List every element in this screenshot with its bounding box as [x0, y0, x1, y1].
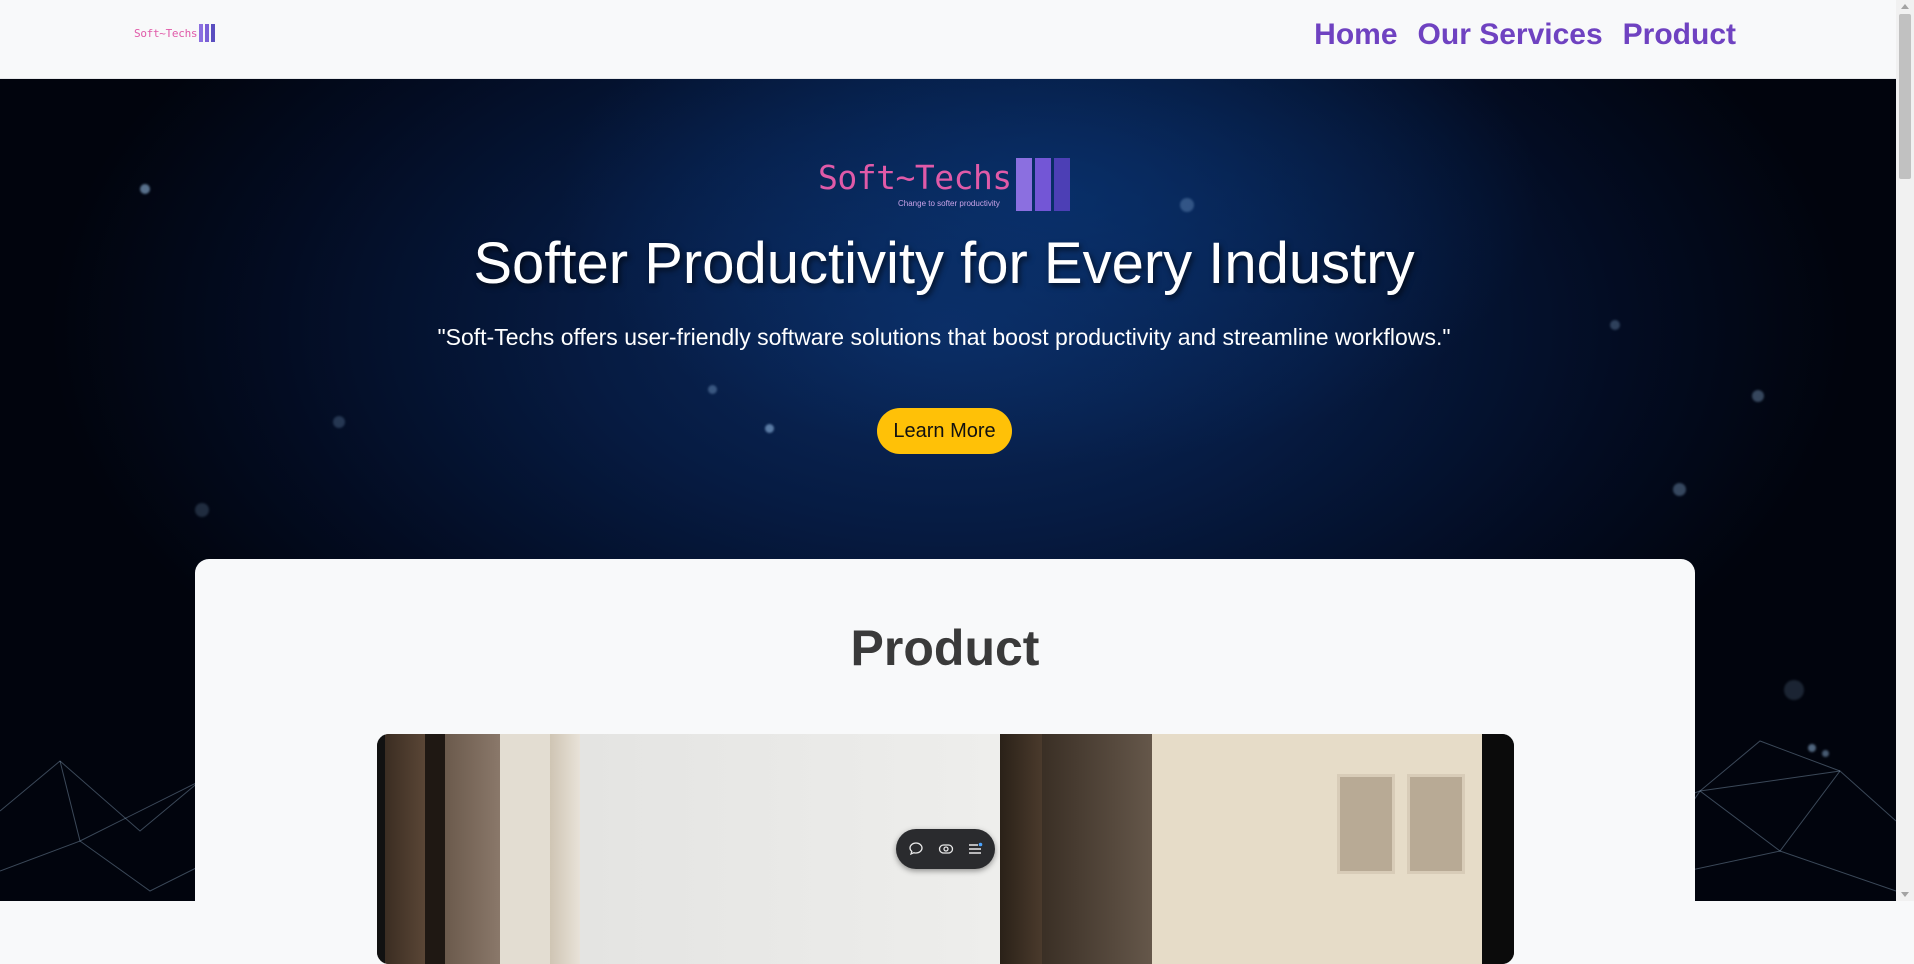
menu-list-icon[interactable] — [965, 839, 985, 859]
navbar-logo-bars — [199, 24, 216, 42]
product-title: Product — [850, 620, 1040, 676]
hero-title: Softer Productivity for Every Industry — [473, 231, 1415, 296]
navbar-logo[interactable]: Soft~Techs — [134, 24, 216, 42]
nav-link-product[interactable]: Product — [1623, 18, 1736, 52]
bokeh-dot — [1673, 483, 1686, 496]
bokeh-dot — [765, 424, 774, 433]
eye-icon[interactable] — [936, 839, 956, 859]
nav-links: Home Our Services Product — [1314, 18, 1736, 52]
hero-logo-text: Soft~Techs — [818, 158, 1012, 197]
chat-icon[interactable] — [906, 839, 926, 859]
learn-more-button[interactable]: Learn More — [877, 408, 1012, 454]
navbar-logo-text: Soft~Techs — [134, 26, 198, 40]
page-scrollbar[interactable] — [1896, 0, 1914, 901]
hero-subtitle: "Soft-Techs offers user-friendly softwar… — [437, 324, 1451, 350]
bokeh-dot — [708, 385, 717, 394]
bokeh-dot — [195, 503, 209, 517]
bokeh-dot — [140, 184, 150, 194]
product-card: Product — [195, 559, 1695, 964]
scroll-down-arrow-icon[interactable] — [1901, 892, 1909, 897]
nav-link-home[interactable]: Home — [1314, 18, 1397, 52]
scroll-up-arrow-icon[interactable] — [1901, 4, 1909, 9]
scrollbar-thumb[interactable] — [1899, 14, 1911, 179]
hero-logo-bars — [1015, 158, 1070, 211]
top-navbar: Soft~Techs Home Our Services Product — [0, 0, 1896, 79]
hero-logo: Soft~Techs Change to softer productivity — [818, 158, 1070, 211]
bokeh-dot — [1180, 198, 1194, 212]
bokeh-dot — [1752, 390, 1764, 402]
nav-link-our-services[interactable]: Our Services — [1418, 18, 1603, 52]
floating-toolbar — [896, 829, 995, 869]
hero-logo-tagline: Change to softer productivity — [898, 199, 1000, 208]
bokeh-dot — [333, 416, 345, 428]
